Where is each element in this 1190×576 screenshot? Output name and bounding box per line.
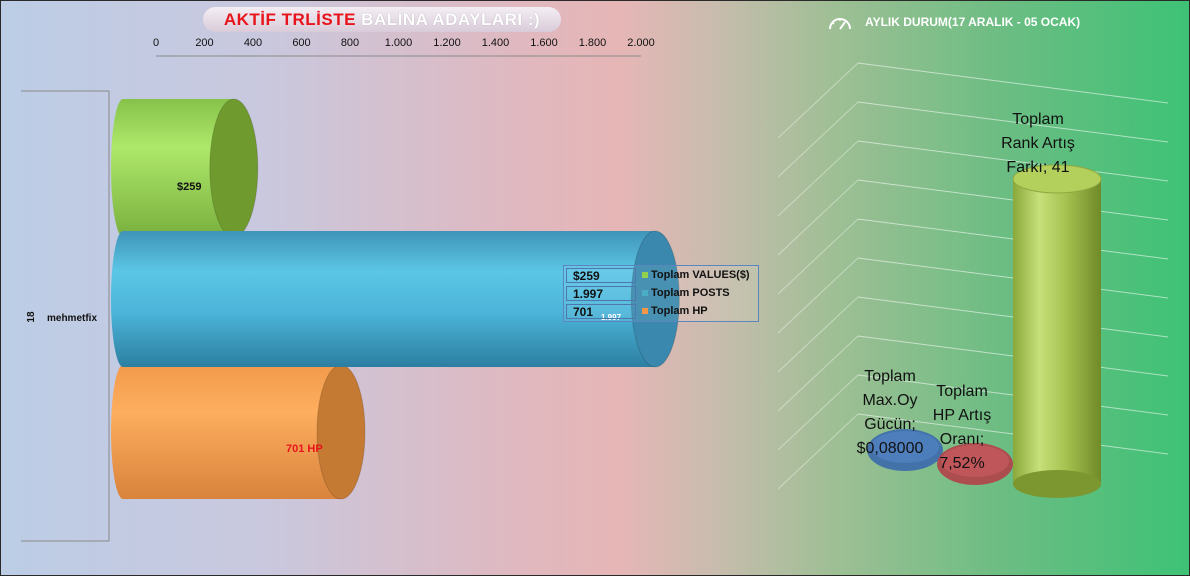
rank-label-line1: Toplam	[1012, 111, 1064, 128]
hp-rate-label-line2: HP Artış	[933, 407, 991, 424]
voting-label-line1: Toplam	[864, 368, 916, 385]
rank-label-line2: Rank Artış	[1001, 135, 1075, 152]
hp-rate-label-line1: Toplam	[936, 383, 988, 400]
hp-rate-label-line3: Oranı;	[940, 431, 984, 448]
voting-label-line3: Gücün;	[864, 416, 916, 433]
right-chart: Toplam Max.Oy Gücün; $0,08000 Toplam HP …	[777, 62, 1169, 498]
voting-label-value: $0,08000	[857, 440, 924, 457]
chart-canvas: AKTİF TRLİSTE BALİNA ADAYLARI :) 0 200 400…	[0, 0, 1190, 576]
voting-label-line2: Max.Oy	[862, 392, 917, 409]
hp-rate-label-value: 7,52%	[939, 455, 984, 472]
right-bar-rank-diff	[1012, 164, 1102, 498]
right-gridlines	[777, 62, 1169, 490]
rank-label-value: Farkı; 41	[1006, 159, 1069, 176]
